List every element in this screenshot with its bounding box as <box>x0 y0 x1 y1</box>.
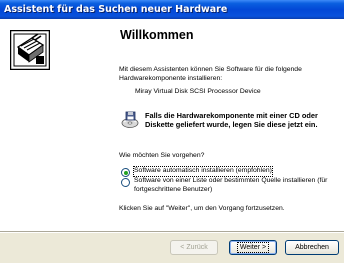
question-label: Wie möchten Sie vorgehen? <box>119 152 205 159</box>
radio-button-automatic[interactable] <box>121 168 130 177</box>
next-button-label[interactable]: Weiter > <box>236 242 270 253</box>
divider <box>0 231 344 233</box>
radio-button-manual[interactable] <box>121 178 130 187</box>
radio-label-automatic[interactable]: Software automatisch installieren (empfo… <box>133 166 273 177</box>
hardware-wizard-icon <box>10 30 50 70</box>
radio-option-automatic[interactable]: Software automatisch installieren (empfo… <box>121 166 273 177</box>
next-button[interactable]: Weiter > <box>229 240 277 255</box>
wizard-window: Assistent für das Suchen neuer Hardware … <box>0 0 344 263</box>
device-name: Miray Virtual Disk SCSI Processor Device <box>135 88 261 95</box>
cancel-button[interactable]: Abbrechen <box>285 240 339 255</box>
radio-option-manual[interactable]: Software von einer Liste oder bestimmten… <box>121 177 331 194</box>
wizard-side-panel <box>0 19 115 231</box>
back-button[interactable]: < Zurück <box>170 240 218 255</box>
radio-label-manual[interactable]: Software von einer Liste oder bestimmten… <box>134 177 331 194</box>
page-title: Willkommen <box>120 28 194 42</box>
continue-hint: Klicken Sie auf "Weiter", um den Vorgang… <box>119 205 285 212</box>
cd-disk-icon <box>121 111 139 128</box>
wizard-content: Willkommen Mit diesem Assistenten können… <box>115 19 344 231</box>
title-bar[interactable]: Assistent für das Suchen neuer Hardware <box>0 0 344 19</box>
intro-text: Mit diesem Assistenten können Sie Softwa… <box>119 66 302 82</box>
cd-insert-hint: Falls die Hardwarekomponente mit einer C… <box>145 111 318 130</box>
